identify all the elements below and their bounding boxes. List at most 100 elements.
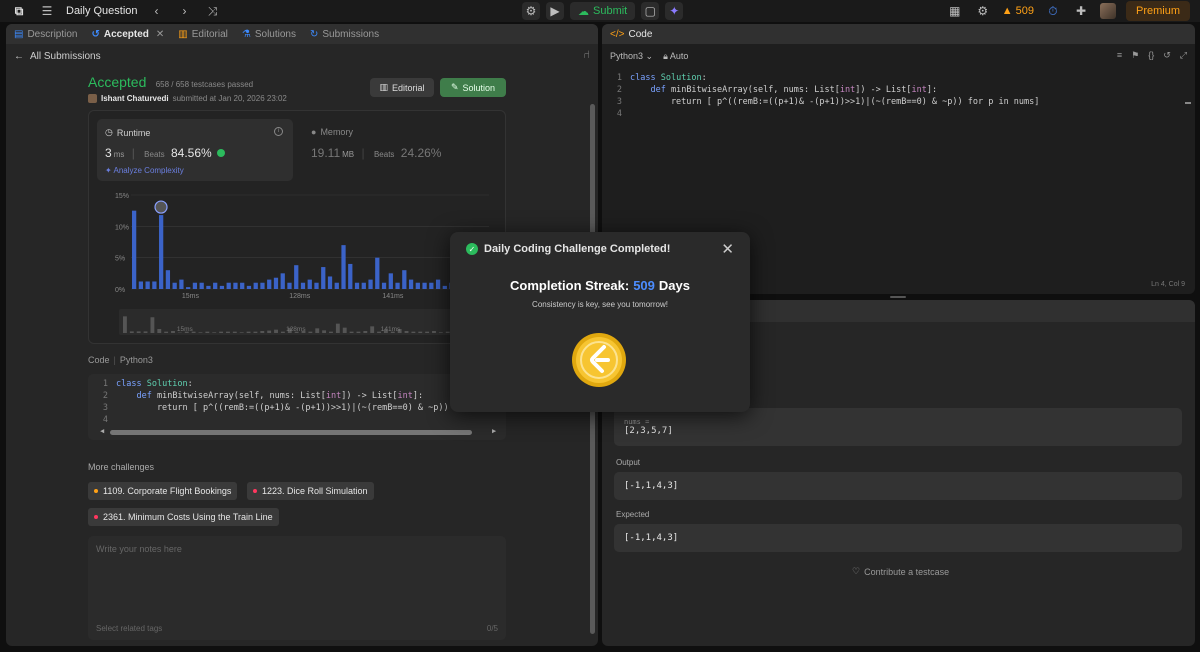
tags-select[interactable]: Select related tags (96, 624, 162, 633)
close-tab-icon[interactable]: ✕ (156, 29, 164, 40)
user-avatar[interactable] (88, 94, 97, 103)
tab-description[interactable]: ▤ Description (14, 29, 77, 40)
chart-bar[interactable] (138, 281, 144, 289)
share-icon[interactable]: ⑁ (583, 49, 590, 61)
bookmark-icon[interactable]: ⚑ (1131, 50, 1139, 61)
language-select[interactable]: Python3 ⌄ (610, 51, 653, 62)
submitted-code-block[interactable]: 1 class Solution: 2 def minBitwiseArray(s… (88, 374, 506, 440)
editorial-button[interactable]: ▥ Editorial (370, 78, 434, 97)
problem-list-icon[interactable]: ☰ (38, 2, 56, 20)
chart-bar[interactable] (361, 282, 366, 289)
chart-bar[interactable] (321, 267, 326, 289)
page-title[interactable]: Daily Question (66, 5, 138, 17)
chart-bar[interactable] (179, 279, 184, 289)
timer-icon[interactable]: ⏱ (1044, 2, 1062, 20)
chart-bar[interactable] (422, 282, 427, 289)
chart-bar[interactable] (395, 282, 400, 289)
chart-bar[interactable] (273, 277, 279, 289)
chart-bar[interactable] (381, 282, 387, 289)
run-icon[interactable]: ▶ (546, 2, 564, 20)
chart-bar[interactable] (388, 273, 393, 289)
chart-bar[interactable] (267, 279, 272, 289)
chart-bar[interactable] (294, 265, 299, 289)
tab-solutions[interactable]: ⚗ Solutions (242, 29, 296, 40)
chart-bar[interactable] (408, 279, 414, 289)
premium-button[interactable]: Premium (1125, 1, 1190, 21)
auto-mode[interactable]: 🔒︎ Auto (663, 51, 688, 62)
challenge-chip[interactable]: 1223. Dice Roll Simulation (247, 482, 374, 500)
scroll-left-icon[interactable]: ◀ (100, 427, 104, 435)
notes-placeholder[interactable]: Write your notes here (96, 544, 182, 554)
back-arrow-icon[interactable]: ← (14, 51, 24, 62)
fullscreen-icon[interactable]: ⤢ (1180, 50, 1187, 61)
format-icon[interactable]: ≡ (1117, 50, 1122, 61)
chart-bar[interactable] (246, 285, 252, 289)
tab-editorial[interactable]: ▥ Editorial (178, 29, 228, 40)
chart-bar[interactable] (132, 210, 137, 289)
chart-bar[interactable] (402, 270, 407, 289)
chart-bar[interactable] (165, 270, 171, 289)
ai-sparkle-icon[interactable]: ✦ (665, 2, 684, 20)
chart-bar[interactable] (233, 282, 238, 289)
prev-problem-icon[interactable]: ‹ (148, 2, 166, 20)
chart-bar[interactable] (186, 287, 191, 289)
all-submissions-link[interactable]: All Submissions (30, 51, 101, 62)
chart-bar[interactable] (314, 282, 319, 289)
chart-bar[interactable] (435, 279, 441, 289)
runtime-distribution-chart[interactable]: 15%10%5%0%15ms128ms141ms157ms15ms128ms14… (89, 185, 507, 343)
chart-bar[interactable] (354, 282, 360, 289)
chart-bar[interactable] (152, 281, 157, 289)
next-problem-icon[interactable]: › (176, 2, 194, 20)
chart-bar[interactable] (172, 282, 177, 289)
shuffle-icon[interactable]: ⤨ (204, 2, 222, 20)
submit-button[interactable]: ☁ Submit (570, 2, 636, 20)
braces-icon[interactable]: {} (1148, 50, 1154, 61)
chart-bar[interactable] (253, 282, 258, 289)
chart-bar[interactable] (145, 281, 150, 289)
chart-bar[interactable] (260, 282, 265, 289)
chart-bar[interactable] (199, 282, 204, 289)
chart-bar[interactable] (192, 282, 198, 289)
chart-bar[interactable] (442, 285, 447, 289)
layout-grid-icon[interactable]: ▦ (946, 2, 964, 20)
solution-button[interactable]: ✎ Solution (440, 78, 506, 97)
chart-bar[interactable] (341, 245, 346, 289)
editor-scroll-marker[interactable] (1185, 102, 1191, 104)
settings-gear-icon[interactable]: ⚙ (974, 2, 992, 20)
add-friend-icon[interactable]: ✚ (1072, 2, 1090, 20)
chart-bar[interactable] (307, 279, 312, 289)
contribute-testcase-link[interactable]: ♡ Contribute a testcase (852, 566, 949, 577)
chart-bar[interactable] (415, 282, 420, 289)
tab-submissions[interactable]: ↻ Submissions (310, 29, 379, 40)
chart-bar[interactable] (327, 276, 333, 289)
challenge-chip[interactable]: 1109. Corporate Flight Bookings (88, 482, 238, 500)
streak-counter[interactable]: ▲ 509 (1002, 5, 1034, 17)
chart-bar[interactable] (287, 282, 292, 289)
challenge-chip[interactable]: 2361. Minimum Costs Using the Train Line (88, 508, 279, 526)
leetcode-logo-icon[interactable]: ⧉ (10, 2, 28, 20)
code-tab-label[interactable]: Code (628, 29, 652, 40)
chart-bar[interactable] (300, 282, 306, 289)
chart-bar[interactable] (368, 279, 373, 289)
chart-bar[interactable] (280, 273, 285, 289)
chart-bar[interactable] (334, 282, 339, 289)
chart-bar[interactable] (206, 285, 211, 289)
scroll-right-icon[interactable]: ▶ (492, 427, 496, 435)
chart-bar[interactable] (226, 282, 231, 289)
runtime-card[interactable]: ◷ Runtime i 3 ms | Beats 84.56% ✦ Analyze … (97, 119, 293, 181)
notes-area[interactable]: Write your notes here Select related tag… (88, 536, 506, 640)
memory-card[interactable]: ● Memory 19.11 MB | Beats 24.26% (303, 119, 499, 181)
horizontal-scrollbar[interactable] (110, 430, 472, 435)
chart-bar[interactable] (159, 215, 164, 289)
panel-resize-handle[interactable] (890, 296, 906, 298)
chart-bar[interactable] (213, 282, 218, 289)
tab-accepted[interactable]: ↺ Accepted ✕ (91, 29, 164, 40)
close-icon[interactable]: ✕ (721, 240, 734, 258)
analyze-complexity-link[interactable]: ✦ Analyze Complexity (105, 166, 184, 175)
debug-icon[interactable]: ⚙ (522, 2, 540, 20)
username[interactable]: Ishant Chaturvedi (101, 94, 169, 103)
chart-bar[interactable] (429, 282, 434, 289)
chart-bar[interactable] (240, 282, 245, 289)
info-icon[interactable]: i (274, 127, 283, 136)
notes-icon[interactable]: ▢ (641, 2, 660, 20)
